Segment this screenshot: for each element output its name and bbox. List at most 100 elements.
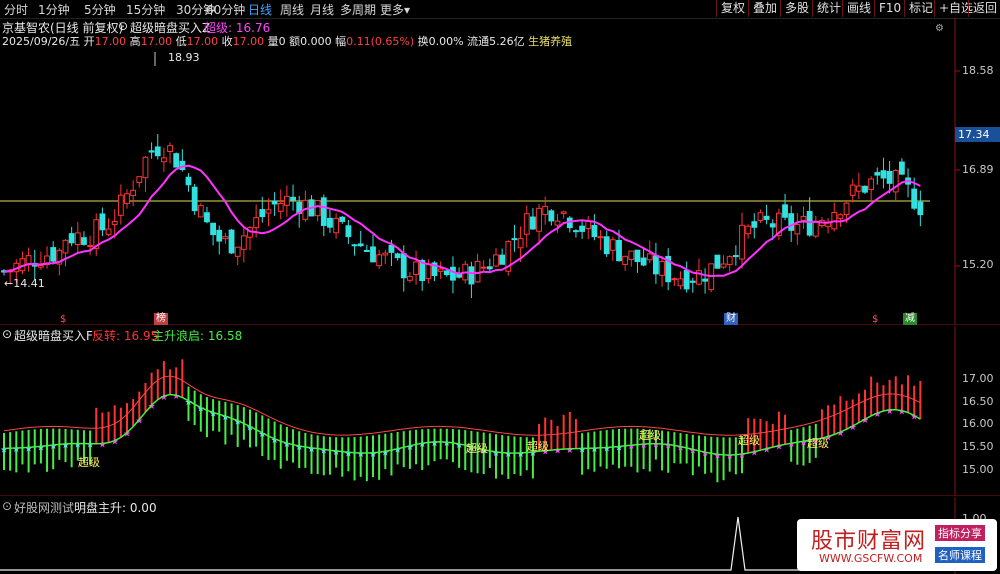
candle-body <box>862 185 868 193</box>
candle-body <box>407 276 413 281</box>
candle-body <box>560 211 567 214</box>
candle-body <box>579 225 586 232</box>
candle-body <box>597 236 604 239</box>
candle-body <box>911 188 918 209</box>
candle-body <box>812 220 819 237</box>
candle-body <box>689 280 696 283</box>
watermark-tag-course: 名师课程 <box>935 547 985 563</box>
indicator-chart[interactable]: ★ ★ ★ ★ ★ ★ ★ ★ ★ ★ ★ ★ ★ ★ ★ ★ ★ ★ ★ ★ ★ ★ ★ ★ ★ ★ ★ ★ ★ ★ ★ ★ ★ ★ ★ ★ ★ ★ ★ ★… <box>0 326 1000 496</box>
super-signal-label: 超级 <box>527 440 549 453</box>
candle-body <box>659 261 665 276</box>
candle-body <box>290 196 296 201</box>
candle-body <box>517 238 524 249</box>
candle-body <box>745 225 752 235</box>
star-marker: ★ <box>381 448 389 458</box>
star-marker: ★ <box>308 445 316 455</box>
price-axis-label: 16.89 <box>962 163 994 176</box>
candle-body <box>376 254 383 267</box>
candle-body <box>314 200 321 217</box>
candle-body <box>530 216 536 230</box>
candle-body <box>74 232 81 246</box>
candle-body <box>622 255 629 265</box>
candle-body <box>197 205 204 218</box>
event-marker-dollar[interactable]: $ <box>58 314 68 326</box>
star-marker: ★ <box>615 443 623 453</box>
candle-body <box>609 239 616 251</box>
candle-body <box>849 184 856 196</box>
candle-body <box>788 213 795 231</box>
candle-body <box>480 266 487 269</box>
candle-body <box>634 249 641 263</box>
candle-body <box>400 253 407 279</box>
candle-body <box>474 260 481 283</box>
star-marker: ★ <box>492 449 500 459</box>
event-marker-reduce[interactable]: 减 <box>903 313 917 325</box>
candle-body <box>769 223 776 228</box>
candle-body <box>763 215 770 220</box>
indicator-axis-label: 16.00 <box>962 417 994 430</box>
event-marker-finance[interactable]: 财 <box>724 313 738 325</box>
candle-body <box>259 209 266 218</box>
star-marker: ★ <box>590 445 598 455</box>
candle-body <box>591 224 598 238</box>
candle-body <box>868 178 875 190</box>
watermark-tag-share: 指标分享 <box>935 525 985 541</box>
candle-body <box>640 257 647 266</box>
star-marker: ★ <box>566 446 574 456</box>
candle-body <box>917 201 924 216</box>
star-marker: ★ <box>898 408 906 418</box>
star-marker: ★ <box>578 445 586 455</box>
super-signal-label: 超级 <box>78 456 100 469</box>
candle-body <box>394 253 401 259</box>
candle-body <box>253 217 260 229</box>
star-marker: ★ <box>320 446 328 456</box>
star-marker: ★ <box>49 442 57 452</box>
star-marker: ★ <box>443 439 451 449</box>
star-marker: ★ <box>455 441 463 451</box>
star-marker: ★ <box>504 450 512 460</box>
star-marker: ★ <box>689 446 697 456</box>
candle-body <box>757 212 764 221</box>
candlestick-chart[interactable] <box>0 0 1000 325</box>
candle-body <box>437 268 444 272</box>
star-marker: ★ <box>332 448 340 458</box>
low-price-annotation: ←14.41 <box>4 277 45 290</box>
candle-body <box>327 217 333 228</box>
candle-body <box>363 249 370 252</box>
candle-body <box>726 256 733 265</box>
candle-body <box>794 224 801 235</box>
watermark-url: WWW.GSCFW.COM <box>819 552 923 565</box>
event-marker-bang[interactable]: 榜 <box>154 313 168 325</box>
candle-body <box>339 216 346 222</box>
star-marker: ★ <box>763 446 771 456</box>
candle-body <box>843 202 850 216</box>
star-marker: ★ <box>738 451 746 461</box>
candle-body <box>782 204 788 218</box>
candle-body <box>271 200 278 205</box>
candle-body <box>87 245 93 248</box>
star-marker: ★ <box>98 441 106 451</box>
candle-body <box>130 189 137 197</box>
candle-body <box>886 170 893 184</box>
candle-body <box>111 221 118 225</box>
star-marker: ★ <box>750 449 758 459</box>
candle-body <box>173 153 180 168</box>
candle-body <box>167 145 173 153</box>
candle-body <box>357 243 364 247</box>
candle-body <box>511 238 518 241</box>
candle-body <box>105 228 112 235</box>
candle-body <box>714 254 721 269</box>
super-signal-label: 超级 <box>807 437 829 450</box>
candle-body <box>450 266 456 281</box>
candle-body <box>228 229 235 254</box>
candle-body <box>185 176 192 186</box>
candle-body <box>382 252 389 256</box>
candle-body <box>154 146 161 157</box>
candle-body <box>603 236 610 255</box>
candle-body <box>536 207 542 232</box>
candle-body <box>653 255 659 275</box>
price-axis-label: 18.58 <box>962 64 994 77</box>
event-marker-dollar[interactable]: $ <box>870 314 880 326</box>
candle-body <box>62 239 69 254</box>
super-signal-label: 超级 <box>466 442 488 455</box>
